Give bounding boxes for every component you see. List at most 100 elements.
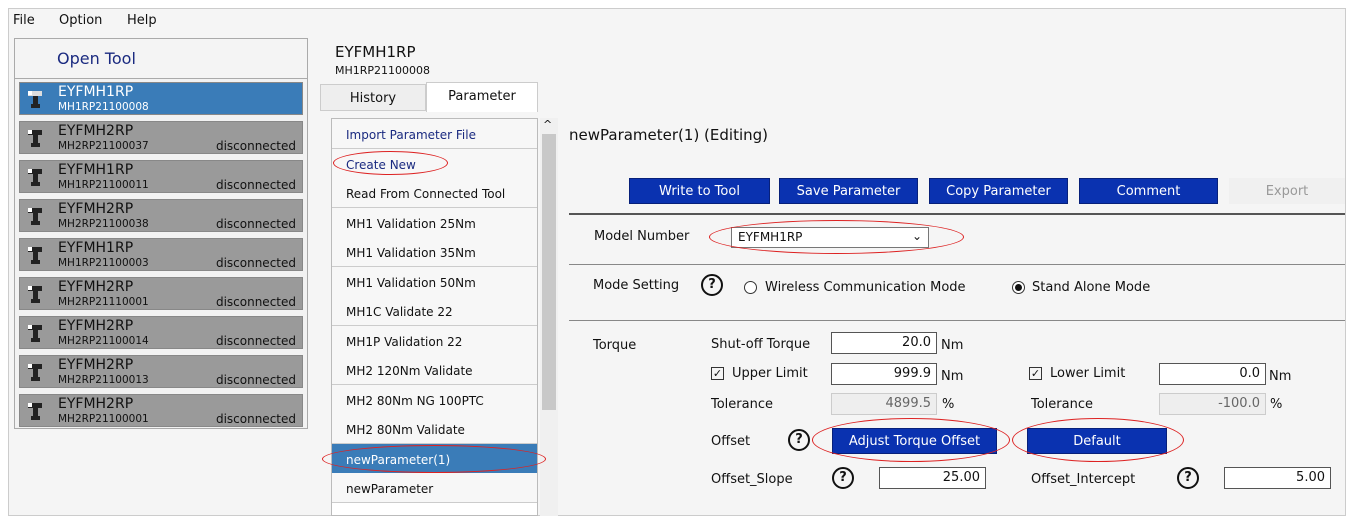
lower-limit-checkbox[interactable]: ✓: [1029, 367, 1042, 380]
drill-icon: [28, 247, 42, 264]
mode-setting-label: Mode Setting: [593, 278, 680, 293]
standalone-mode-radio[interactable]: [1012, 281, 1025, 294]
help-icon[interactable]: ?: [1177, 467, 1199, 489]
parameter-list-item[interactable]: MH1 Validation 35Nm: [332, 237, 537, 267]
menu-file[interactable]: File: [13, 13, 35, 28]
tool-name: EYFMH2RP: [58, 201, 134, 217]
divider: [569, 320, 1345, 321]
tool-serial: MH2RP21100038: [58, 218, 149, 230]
tool-status: disconnected: [215, 295, 296, 309]
wireless-mode-label: Wireless Communication Mode: [765, 280, 966, 295]
parameter-list-item[interactable]: MH2 80Nm Validate: [332, 414, 537, 444]
parameter-list-item[interactable]: MH2 80Nm NG 100PTC: [332, 384, 537, 415]
lower-tolerance-field: -100.0: [1159, 393, 1266, 415]
offset-slope-input[interactable]: 25.00: [879, 467, 986, 489]
tab-parameter[interactable]: Parameter: [426, 82, 538, 112]
help-icon[interactable]: ?: [788, 429, 810, 451]
tool-status: disconnected: [215, 217, 296, 231]
comment-button[interactable]: Comment: [1079, 178, 1218, 204]
tool-item[interactable]: EYFMH2RP MH2RP21110001 disconnected: [19, 277, 303, 310]
annotation-ellipse: [322, 445, 546, 473]
tool-status: disconnected: [215, 373, 296, 387]
annotation-ellipse: [333, 151, 448, 175]
tool-sidebar: Open Tool EYFMH1RP MH1RP21100008 EYFMH2R…: [14, 38, 308, 429]
tool-name: EYFMH2RP: [58, 123, 134, 139]
annotation-ellipse: [812, 418, 1010, 462]
unit-label: Nm: [941, 369, 964, 384]
tool-status: disconnected: [215, 412, 296, 426]
tool-serial: MH1RP21100008: [58, 101, 149, 113]
parameter-list-item[interactable]: MH1 Validation 25Nm: [332, 207, 537, 238]
scrollbar-thumb[interactable]: [542, 134, 556, 410]
write-to-tool-button[interactable]: Write to Tool: [629, 178, 770, 204]
upper-tolerance-label: Tolerance: [711, 397, 773, 412]
tool-status: disconnected: [215, 334, 296, 348]
divider: [569, 213, 1345, 215]
save-parameter-button[interactable]: Save Parameter: [779, 178, 918, 204]
tool-item[interactable]: EYFMH2RP MH2RP21100037 disconnected: [19, 121, 303, 154]
tool-status: disconnected: [215, 178, 296, 192]
tool-serial: MH1RP21100008: [335, 64, 431, 77]
offset-label: Offset: [711, 434, 751, 449]
open-tool-button[interactable]: Open Tool: [15, 39, 307, 79]
tab-history[interactable]: History: [320, 84, 426, 111]
lower-limit-label: Lower Limit: [1050, 366, 1126, 381]
tool-serial: MH2RP21100014: [58, 335, 149, 347]
parameter-list-item[interactable]: newParameter: [332, 473, 537, 503]
tool-item[interactable]: EYFMH1RP MH1RP21100003 disconnected: [19, 238, 303, 271]
help-icon[interactable]: ?: [701, 274, 723, 296]
tool-item[interactable]: EYFMH2RP MH2RP21100038 disconnected: [19, 199, 303, 232]
annotation-ellipse: [1012, 418, 1184, 462]
copy-parameter-button[interactable]: Copy Parameter: [929, 178, 1068, 204]
percent-label: %: [942, 397, 955, 412]
tool-item[interactable]: EYFMH1RP MH1RP21100008: [19, 82, 303, 115]
parameter-list-item[interactable]: MH1 Validation 50Nm: [332, 266, 537, 297]
tool-item[interactable]: EYFMH2RP MH2RP21100014 disconnected: [19, 316, 303, 349]
tool-serial: MH1RP21100003: [58, 257, 149, 269]
offset-slope-label: Offset_Slope: [711, 472, 793, 487]
model-number-label: Model Number: [594, 229, 690, 244]
lower-limit-input[interactable]: 0.0: [1159, 363, 1266, 385]
parameter-list-item[interactable]: Import Parameter File: [332, 119, 537, 149]
tool-name: EYFMH2RP: [58, 357, 134, 373]
tool-item[interactable]: EYFMH1RP MH1RP21100011 disconnected: [19, 160, 303, 193]
drill-icon: [28, 364, 42, 381]
tool-serial: MH2RP21100001: [58, 413, 149, 425]
tool-name: EYFMH1RP: [58, 240, 134, 256]
drill-icon: [28, 286, 42, 303]
parameter-list-item[interactable]: Read From Connected Tool: [332, 178, 537, 208]
parameter-list-item[interactable]: MH2 120Nm Validate: [332, 355, 537, 385]
percent-label: %: [1270, 397, 1283, 412]
export-button[interactable]: Export: [1229, 178, 1345, 204]
offset-intercept-input[interactable]: 5.00: [1224, 467, 1331, 489]
tool-serial: MH2RP21110001: [58, 296, 149, 308]
lower-tolerance-label: Tolerance: [1031, 397, 1093, 412]
wireless-mode-radio[interactable]: [744, 281, 757, 294]
help-icon[interactable]: ?: [832, 467, 854, 489]
shutoff-torque-input[interactable]: 20.0: [831, 332, 937, 354]
unit-label: Nm: [1269, 369, 1292, 384]
editor-title: newParameter(1) (Editing): [569, 126, 769, 144]
drill-icon: [28, 208, 42, 225]
drill-icon: [28, 169, 42, 186]
tool-item[interactable]: EYFMH2RP MH2RP21100013 disconnected: [19, 355, 303, 388]
tool-item[interactable]: EYFMH2RP MH2RP21100001 disconnected: [19, 394, 303, 427]
menu-option[interactable]: Option: [59, 13, 102, 28]
upper-limit-label: Upper Limit: [732, 366, 808, 381]
divider: [569, 264, 1345, 265]
drill-icon: [28, 325, 42, 342]
scroll-up-icon[interactable]: ^: [543, 118, 552, 131]
shutoff-torque-label: Shut-off Torque: [711, 337, 811, 352]
tool-name: EYFMH2RP: [58, 279, 134, 295]
tool-name: EYFMH1RP: [58, 162, 134, 178]
parameter-list-item[interactable]: MH1C Validate 22: [332, 296, 537, 326]
upper-limit-checkbox[interactable]: ✓: [711, 367, 724, 380]
tool-serial: MH2RP21100037: [58, 140, 149, 152]
upper-limit-input[interactable]: 999.9: [831, 363, 937, 385]
tool-status: disconnected: [215, 256, 296, 270]
parameter-list-item[interactable]: MH1P Validation 22: [332, 325, 537, 356]
menu-help[interactable]: Help: [127, 13, 157, 28]
torque-section-label: Torque: [593, 338, 637, 353]
tool-status: disconnected: [215, 139, 296, 153]
annotation-ellipse: [709, 220, 964, 254]
